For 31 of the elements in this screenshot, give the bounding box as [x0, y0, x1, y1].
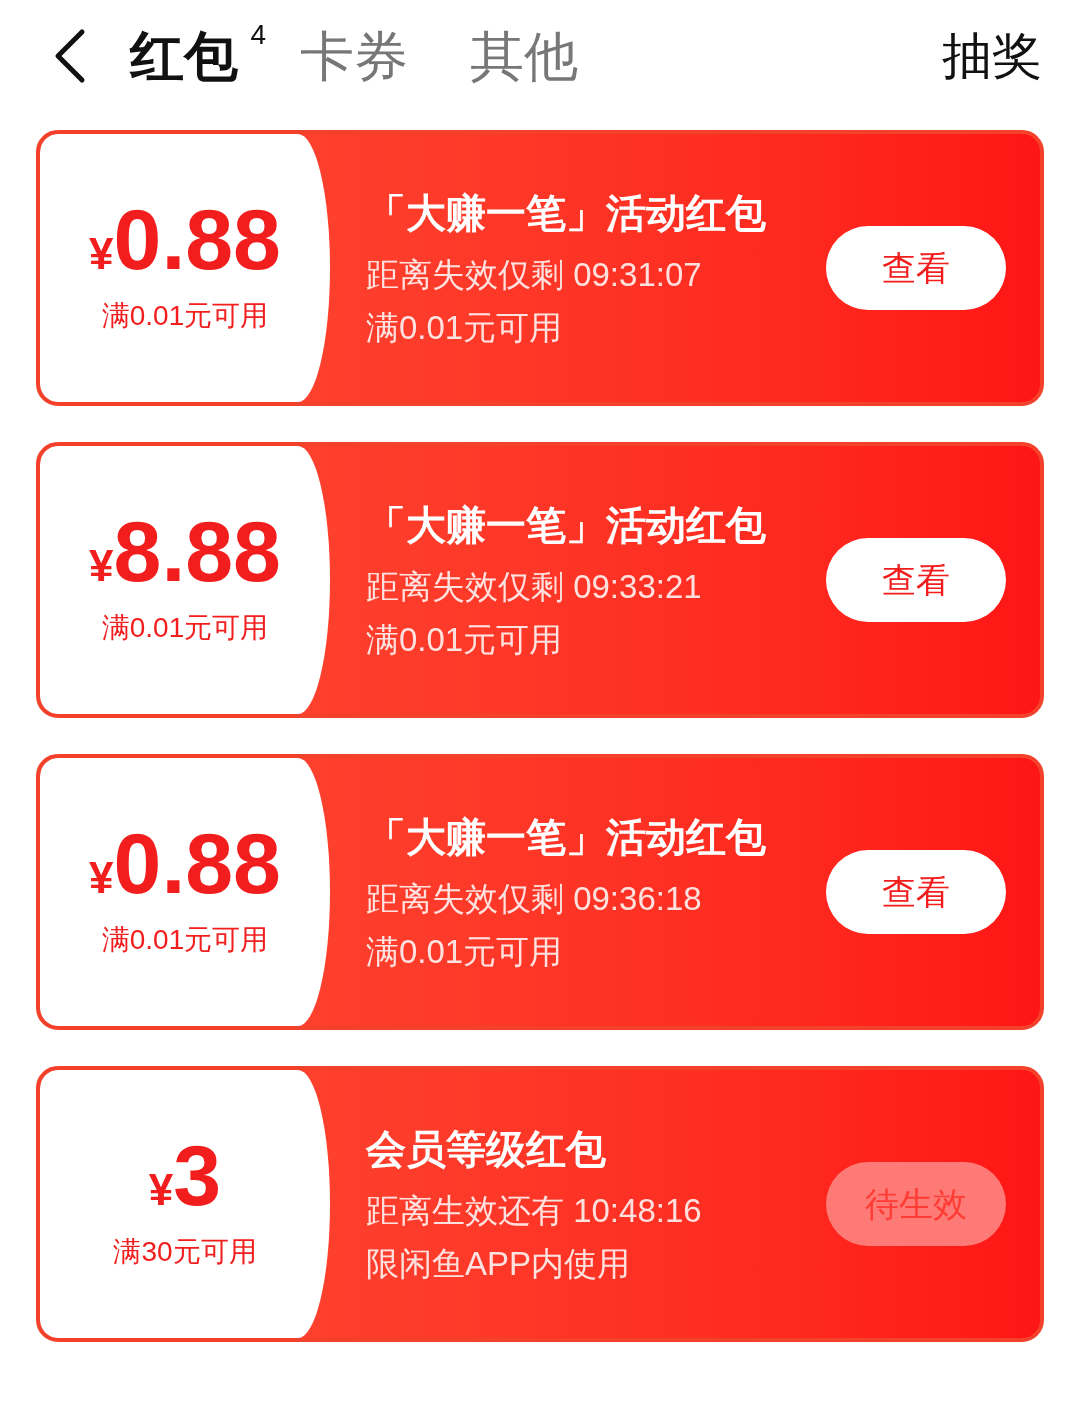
coupon-note: 限闲鱼APP内使用 — [366, 1244, 632, 1284]
coupon-amount: 3 — [173, 1131, 222, 1218]
coupon-title: 会员等级红包 — [366, 1125, 607, 1173]
coupon-title: 「大赚一笔」活动红包 — [366, 501, 767, 549]
coupon-note: 满0.01元可用 — [366, 620, 564, 660]
coupon-amount: 0.88 — [113, 195, 281, 282]
tab[interactable]: 其他 — [470, 29, 578, 83]
currency-sign: ¥ — [89, 539, 114, 592]
countdown-text: 距离失效仅剩 09:33:21 — [366, 566, 703, 607]
coupon-amount: 8.88 — [113, 507, 281, 594]
countdown-text: 距离失效仅剩 09:31:07 — [366, 254, 703, 295]
lottery-button[interactable]: 抽奖 — [942, 31, 1042, 81]
view-button[interactable]: 查看 — [826, 538, 1006, 622]
currency-sign: ¥ — [89, 227, 114, 280]
coupon-amount: 0.88 — [113, 819, 281, 906]
coupon-title: 「大赚一笔」活动红包 — [366, 813, 767, 861]
count-label: 4 — [250, 21, 266, 49]
coupon-title: 「大赚一笔」活动红包 — [366, 189, 767, 237]
view-button[interactable]: 查看 — [826, 850, 1006, 934]
currency-sign: ¥ — [89, 851, 114, 904]
countdown-text: 距离生效还有 10:48:16 — [366, 1190, 703, 1231]
usage-condition: 满0.01元可用 — [101, 610, 269, 645]
countdown-text: 距离失效仅剩 09:36:18 — [366, 878, 703, 919]
coupon-note: 满0.01元可用 — [366, 932, 564, 972]
usage-condition: 满0.01元可用 — [101, 922, 269, 957]
currency-sign: ¥ — [148, 1164, 174, 1216]
tab[interactable]: 卡券 — [300, 29, 408, 83]
coupon-note: 满0.01元可用 — [366, 308, 564, 348]
view-button[interactable]: 查看 — [826, 226, 1006, 310]
usage-condition: 满0.01元可用 — [101, 298, 269, 333]
usage-condition: 满30元可用 — [113, 1234, 257, 1269]
